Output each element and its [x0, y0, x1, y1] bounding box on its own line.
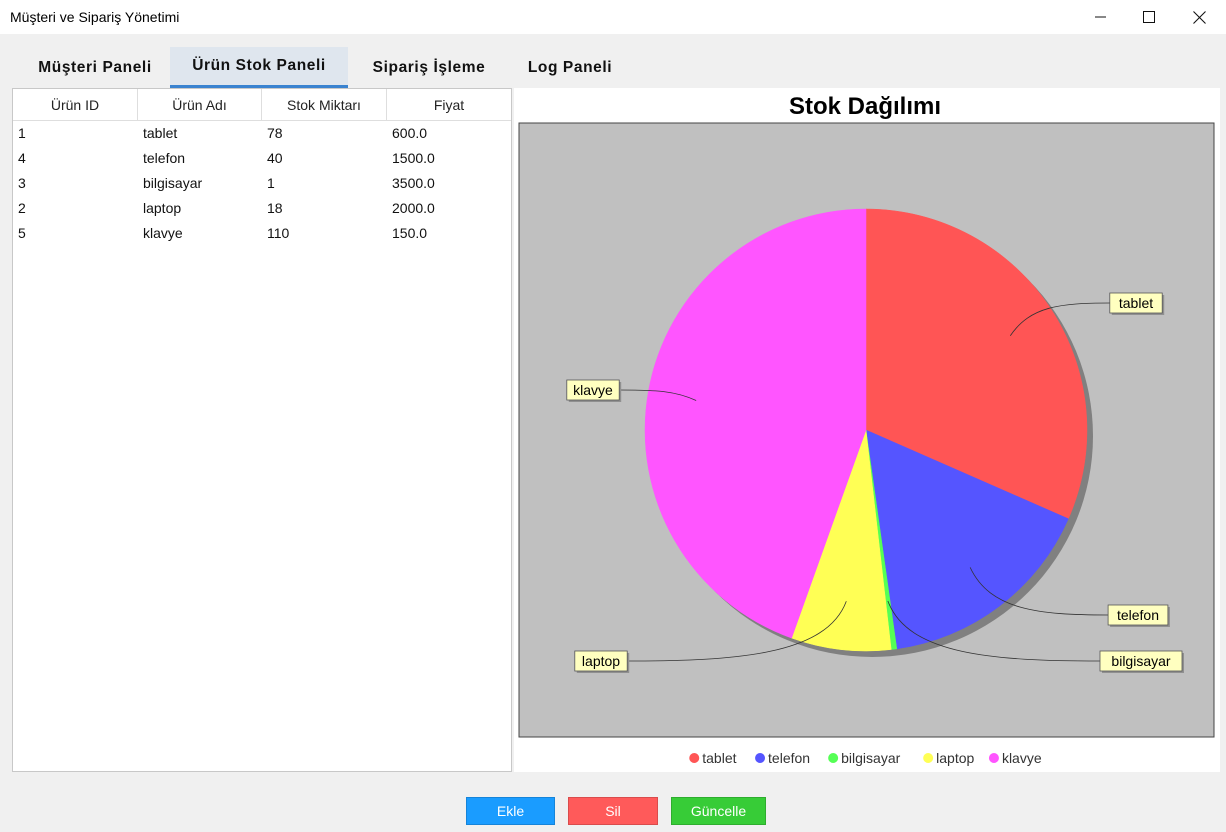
- legend-swatch-klavye: [988, 753, 999, 763]
- cell-id[interactable]: 2: [13, 196, 138, 221]
- stock-pie-chart: Stok Dağılımı tablet telefon bilgisayar lapt…: [518, 93, 1215, 766]
- column-header-urun-adi[interactable]: Ürün Adı: [138, 89, 262, 121]
- legend-label-tablet: tablet: [702, 750, 736, 766]
- column-header-fiyat[interactable]: Fiyat: [387, 89, 511, 121]
- legend-label-laptop: laptop: [936, 750, 974, 766]
- table-header: Ürün ID Ürün Adı Stok Miktarı Fiyat: [13, 89, 511, 121]
- cell-price[interactable]: 150.0: [387, 221, 511, 246]
- legend-swatch-tablet: [689, 753, 700, 763]
- stock-chart-panel: Stok Dağılımı tablet telefon bilgisayar lapt…: [514, 88, 1220, 772]
- cell-price[interactable]: 2000.0: [387, 196, 511, 221]
- cell-stock[interactable]: 18: [262, 196, 387, 221]
- legend-label-bilgisayar: bilgisayar: [841, 750, 900, 766]
- chart-title: Stok Dağılımı: [789, 93, 941, 120]
- cell-id[interactable]: 5: [13, 221, 138, 246]
- cell-stock[interactable]: 1: [262, 171, 387, 196]
- product-table[interactable]: Ürün ID Ürün Adı Stok Miktarı Fiyat 1 ta…: [12, 88, 512, 772]
- cell-id[interactable]: 1: [13, 121, 138, 146]
- close-icon: [1192, 10, 1206, 24]
- cell-stock[interactable]: 110: [262, 221, 387, 246]
- cell-id[interactable]: 3: [13, 171, 138, 196]
- cell-name[interactable]: bilgisayar: [138, 171, 262, 196]
- cell-id[interactable]: 4: [13, 146, 138, 171]
- tab-siparis-isleme[interactable]: Sipariş İşleme: [354, 47, 504, 88]
- cell-price[interactable]: 600.0: [387, 121, 511, 146]
- column-header-stok-miktari[interactable]: Stok Miktarı: [262, 89, 387, 121]
- legend-swatch-bilgisayar: [828, 753, 839, 763]
- slice-label-bilgisayar: bilgisayar: [1111, 653, 1170, 669]
- cell-name[interactable]: tablet: [138, 121, 262, 146]
- table-row[interactable]: 5 klavye 110 150.0: [13, 221, 511, 246]
- cell-name[interactable]: klavye: [138, 221, 262, 246]
- tab-bar: Müşteri Paneli Ürün Stok Paneli Sipariş …: [12, 47, 1218, 88]
- table-row[interactable]: 3 bilgisayar 1 3500.0: [13, 171, 511, 196]
- tab-log-paneli[interactable]: Log Paneli: [510, 47, 630, 88]
- maximize-button[interactable]: [1126, 0, 1172, 34]
- slice-label-telefon: telefon: [1117, 607, 1159, 623]
- legend-swatch-laptop: [923, 753, 934, 763]
- update-button[interactable]: Güncelle: [671, 797, 766, 825]
- table-row[interactable]: 4 telefon 40 1500.0: [13, 146, 511, 171]
- add-button[interactable]: Ekle: [466, 797, 555, 825]
- legend-swatch-telefon: [755, 753, 766, 763]
- slice-label-laptop: laptop: [582, 653, 620, 669]
- title-bar: Müşteri ve Sipariş Yönetimi: [0, 0, 1226, 34]
- minimize-icon: [1095, 16, 1106, 18]
- delete-button[interactable]: Sil: [568, 797, 658, 825]
- slice-label-tablet: tablet: [1119, 295, 1153, 311]
- tab-urun-stok-paneli[interactable]: Ürün Stok Paneli: [170, 47, 348, 88]
- cell-name[interactable]: laptop: [138, 196, 262, 221]
- window-title: Müşteri ve Sipariş Yönetimi: [10, 9, 180, 25]
- slice-label-klavye: klavye: [573, 382, 613, 398]
- maximize-icon: [1143, 11, 1155, 23]
- cell-stock[interactable]: 78: [262, 121, 387, 146]
- cell-stock[interactable]: 40: [262, 146, 387, 171]
- legend-label-klavye: klavye: [1002, 750, 1042, 766]
- minimize-button[interactable]: [1078, 0, 1124, 34]
- app-window: Müşteri ve Sipariş Yönetimi Müşteri Pane…: [0, 0, 1226, 832]
- tab-musteri-paneli[interactable]: Müşteri Paneli: [20, 47, 170, 88]
- table-row[interactable]: 2 laptop 18 2000.0: [13, 196, 511, 221]
- cell-price[interactable]: 3500.0: [387, 171, 511, 196]
- column-header-urun-id[interactable]: Ürün ID: [13, 89, 138, 121]
- close-button[interactable]: [1176, 0, 1222, 34]
- table-row[interactable]: 1 tablet 78 600.0: [13, 121, 511, 146]
- table-body: 1 tablet 78 600.0 4 telefon 40 1500.0 3 …: [13, 121, 511, 246]
- legend-label-telefon: telefon: [768, 750, 810, 766]
- cell-name[interactable]: telefon: [138, 146, 262, 171]
- cell-price[interactable]: 1500.0: [387, 146, 511, 171]
